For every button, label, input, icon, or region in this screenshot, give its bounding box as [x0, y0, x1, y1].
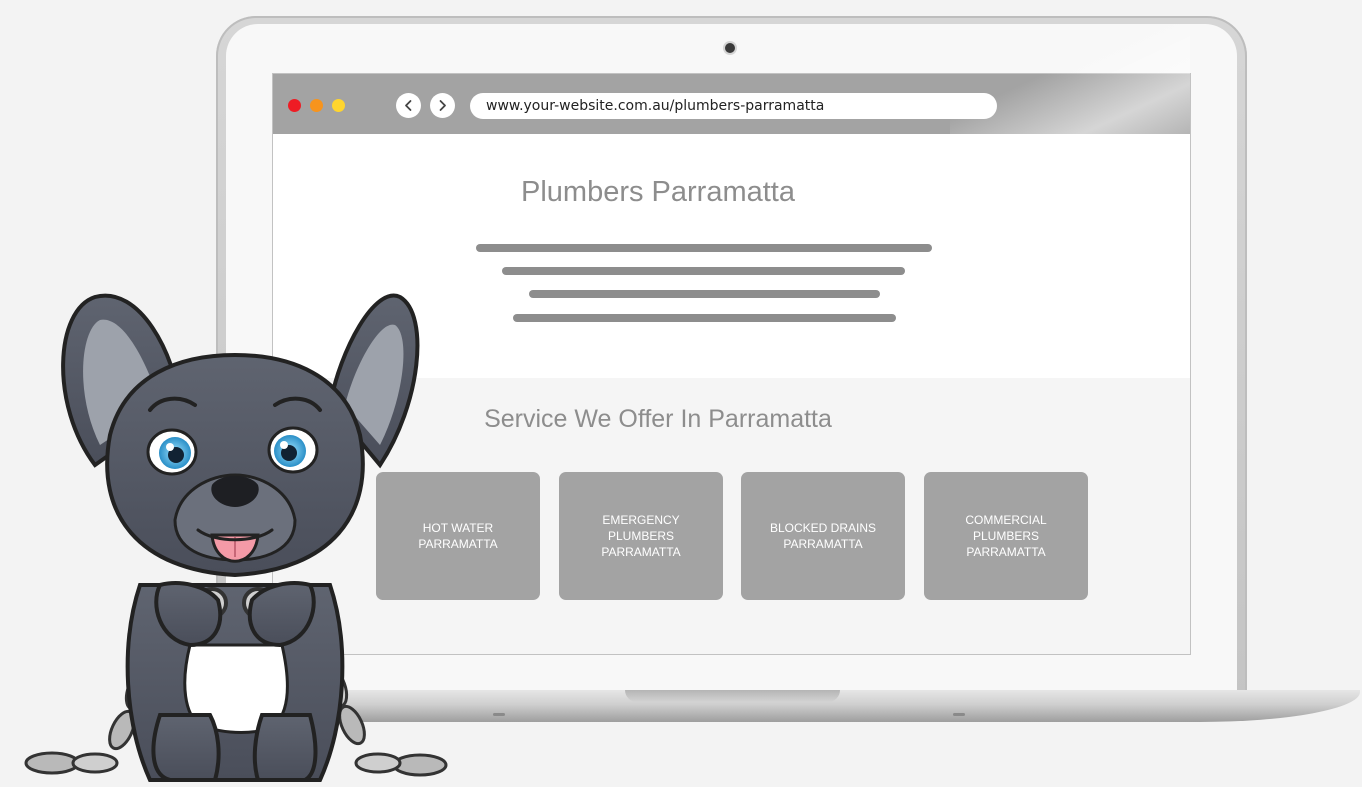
service-card-label: COMMERCIAL PLUMBERS PARRAMATTA	[965, 513, 1047, 559]
address-bar[interactable]: www.your-website.com.au/plumbers-parrama…	[470, 93, 997, 119]
laptop-foot	[493, 713, 505, 716]
placeholder-text-line	[529, 290, 880, 298]
placeholder-text-line	[476, 244, 932, 252]
laptop-hinge-notch	[625, 690, 840, 702]
chevron-right-icon	[439, 100, 446, 111]
laptop-mockup-scene: www.your-website.com.au/plumbers-parrama…	[0, 0, 1362, 787]
back-button[interactable]	[396, 93, 421, 118]
placeholder-text-line	[502, 267, 905, 275]
maximize-window-icon[interactable]	[332, 99, 345, 112]
placeholder-text-line	[513, 314, 896, 322]
service-card-commercial-plumbers[interactable]: COMMERCIAL PLUMBERS PARRAMATTA	[924, 472, 1088, 600]
service-card-emergency-plumbers[interactable]: EMERGENCY PLUMBERS PARRAMATTA	[559, 472, 723, 600]
minimize-window-icon[interactable]	[310, 99, 323, 112]
service-card-label: BLOCKED DRAINS PARRAMATTA	[769, 521, 877, 551]
service-card-blocked-drains[interactable]: BLOCKED DRAINS PARRAMATTA	[741, 472, 905, 600]
camera-icon	[725, 43, 735, 53]
chevron-left-icon	[405, 100, 412, 111]
close-window-icon[interactable]	[288, 99, 301, 112]
forward-button[interactable]	[430, 93, 455, 118]
laptop-foot	[953, 713, 965, 716]
page-title: Plumbers Parramatta	[521, 176, 795, 208]
service-card-label: EMERGENCY PLUMBERS PARRAMATTA	[601, 513, 681, 559]
browser-toolbar: www.your-website.com.au/plumbers-parrama…	[273, 74, 1190, 134]
french-bulldog-mascot-icon	[24, 293, 448, 782]
